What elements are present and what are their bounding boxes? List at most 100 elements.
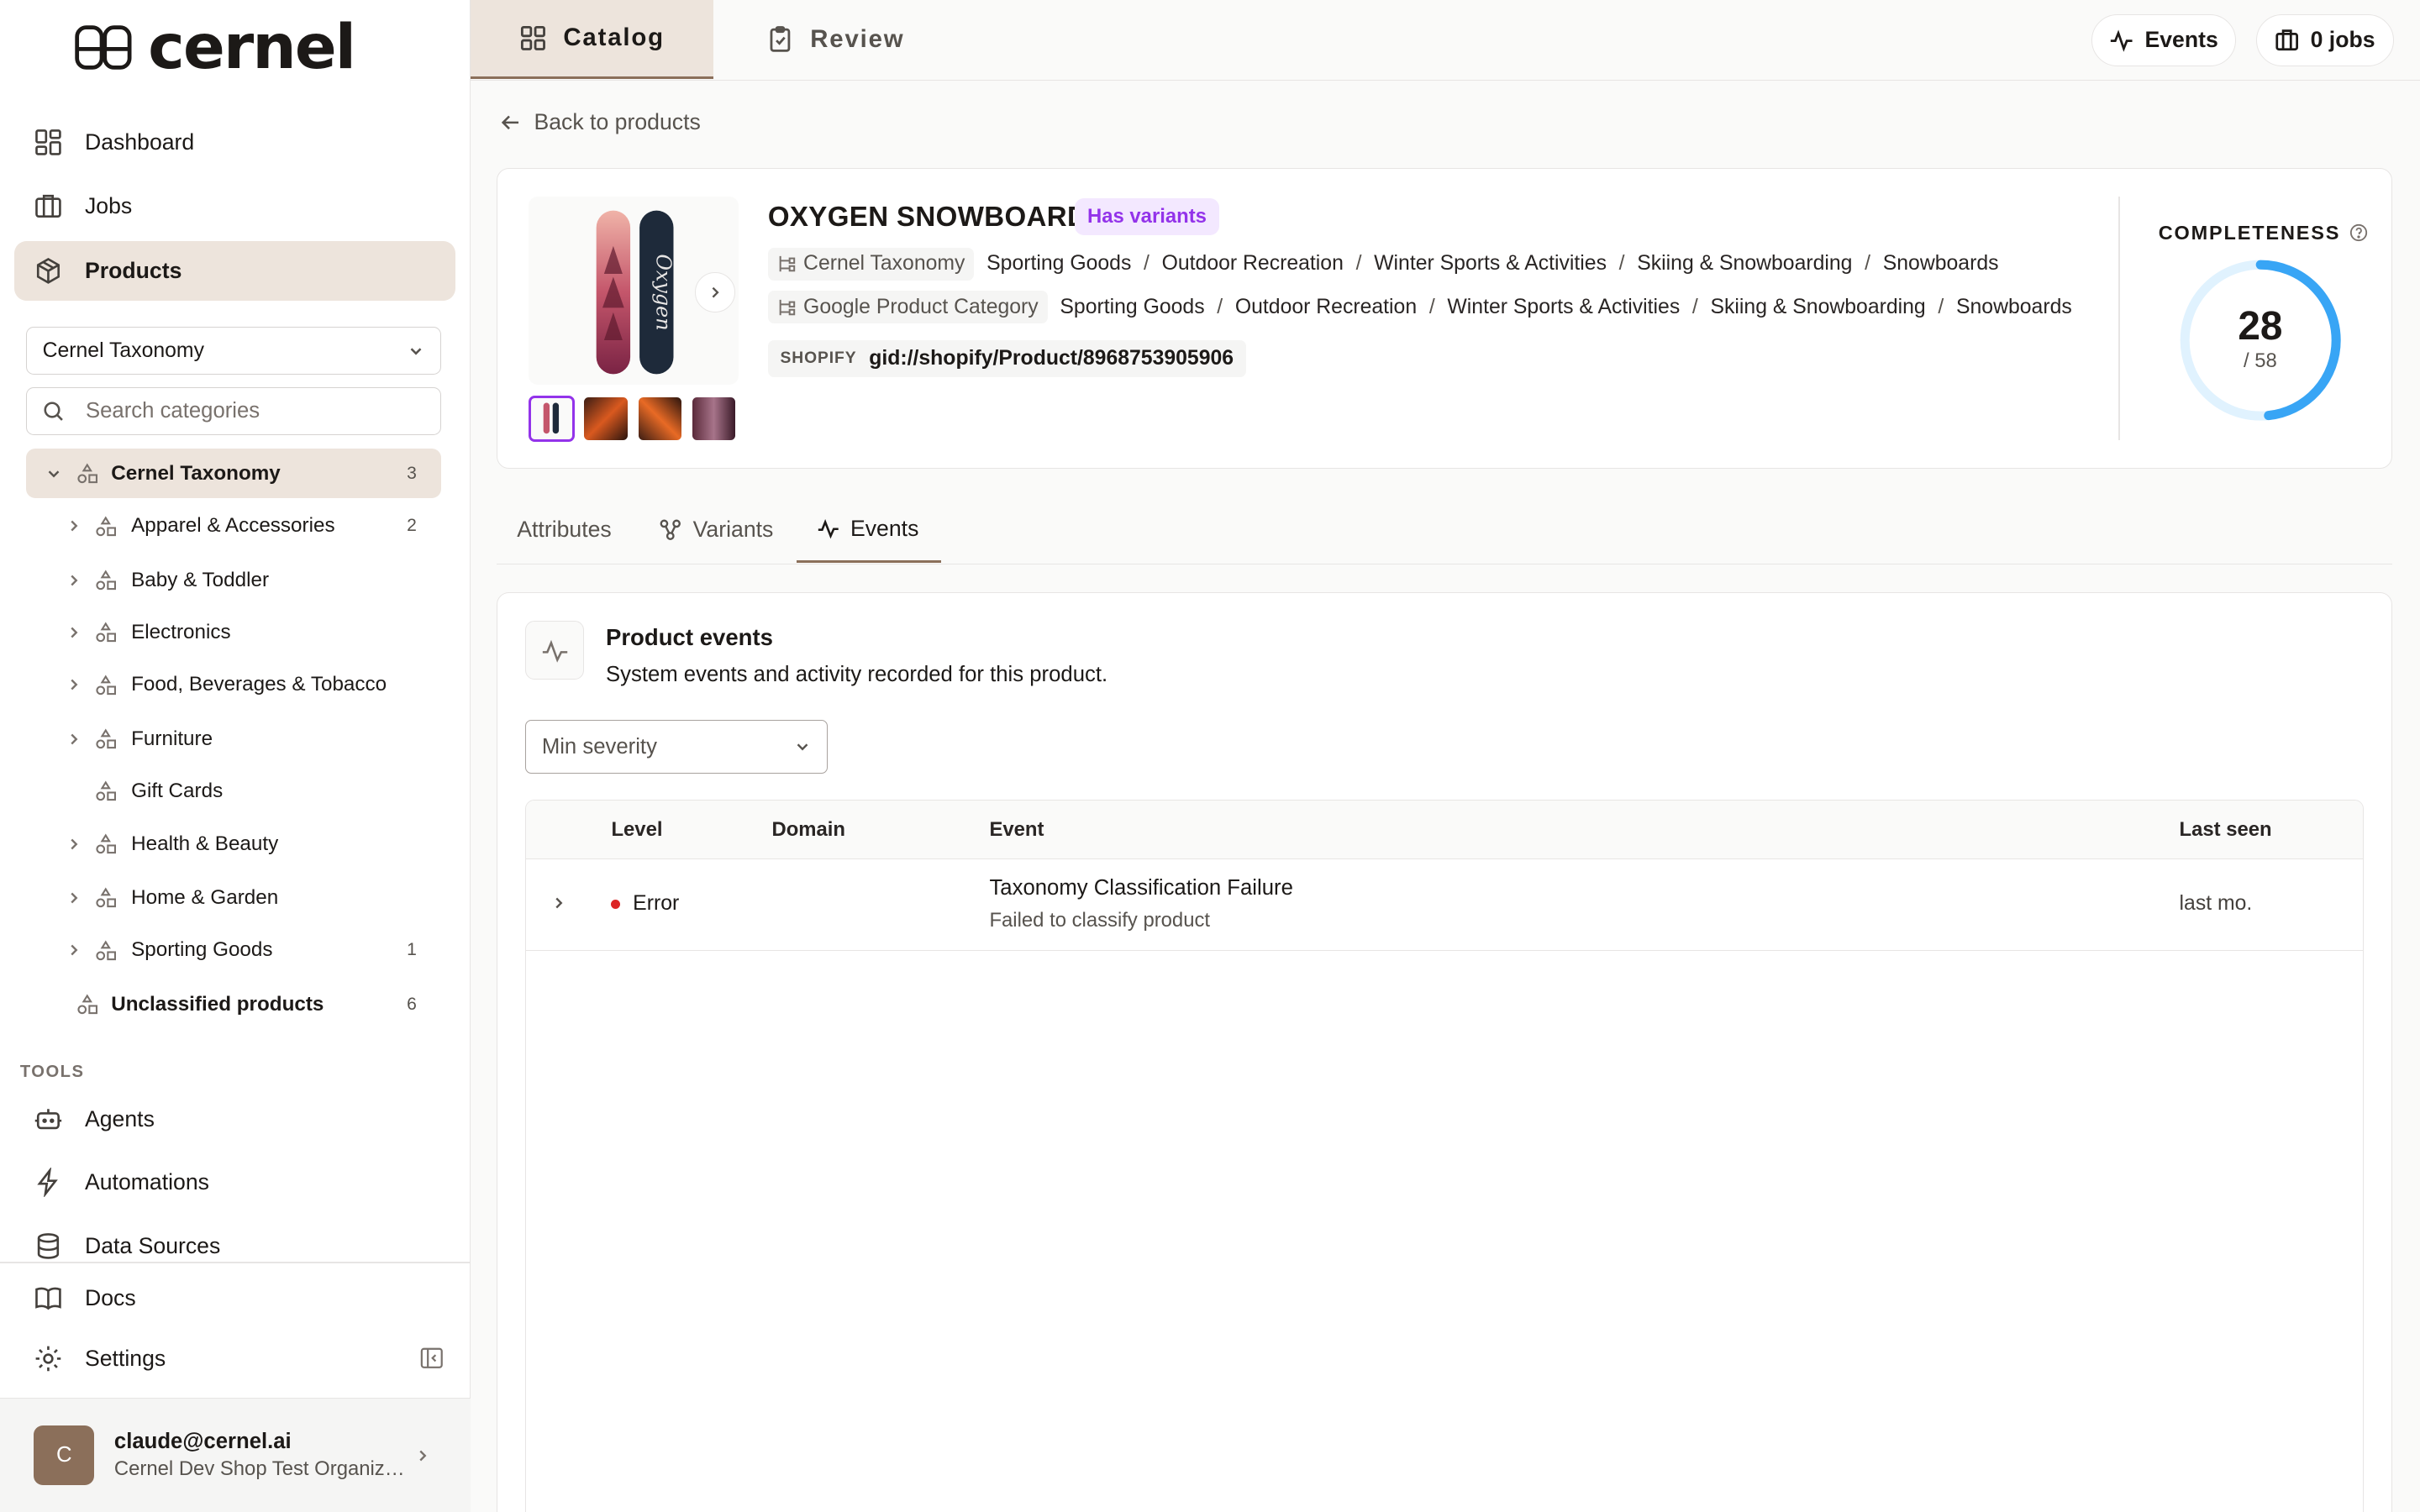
tree-item-unclassified[interactable]: Unclassified products 6 — [26, 979, 441, 1029]
category-icon — [96, 780, 117, 801]
nav-products[interactable]: Products — [13, 240, 455, 302]
activity-icon — [2111, 29, 2133, 52]
tree-item-furniture[interactable]: Furniture — [26, 714, 441, 764]
tab-catalog[interactable]: Catalog — [471, 0, 713, 79]
shopify-tag: SHOPIFY — [780, 349, 857, 368]
chevron-right-icon[interactable] — [65, 730, 83, 748]
tab-review[interactable]: Review — [765, 0, 905, 79]
snowboard-thumb — [543, 402, 560, 434]
category-icon — [96, 675, 117, 695]
chevron-right-icon[interactable] — [65, 941, 83, 959]
events-button[interactable]: Events — [2091, 13, 2237, 66]
product-events-card: Product events System events and activit… — [497, 592, 2392, 1512]
back-to-products-link[interactable]: Back to products — [500, 109, 701, 135]
path-separator: / — [1355, 252, 1362, 276]
tree-item-label: Home & Garden — [131, 885, 279, 909]
chevron-right-icon[interactable] — [65, 517, 83, 535]
category-search[interactable] — [26, 387, 442, 435]
nav-jobs[interactable]: Jobs — [14, 176, 455, 236]
top-bar: Catalog Review Events 0 jobs — [471, 0, 2420, 81]
collapse-sidebar-icon[interactable] — [420, 1347, 444, 1370]
next-image-button[interactable] — [695, 272, 736, 312]
nav-docs[interactable]: Docs — [14, 1268, 455, 1329]
jobs-button[interactable]: 0 jobs — [2256, 13, 2394, 66]
taxonomy-select[interactable]: Cernel Taxonomy — [26, 327, 442, 375]
product-tabs: Attributes Variants Events — [497, 496, 2392, 565]
tree-item-label: Cernel Taxonomy — [111, 461, 281, 485]
tab-attributes[interactable]: Attributes — [517, 496, 611, 563]
table-row[interactable]: Error Taxonomy Classification Failure Fa… — [526, 859, 2363, 951]
completeness-value: 28 — [2238, 303, 2283, 349]
tree-item-count: 2 — [407, 516, 417, 536]
back-label: Back to products — [534, 109, 701, 135]
tab-attributes-label: Attributes — [517, 517, 612, 543]
chevron-down-icon[interactable] — [45, 465, 63, 483]
chevron-right-icon[interactable] — [65, 835, 83, 853]
nav-dashboard-label: Dashboard — [84, 129, 195, 155]
nav-jobs-label: Jobs — [84, 192, 133, 218]
nav-agents[interactable]: Agents — [14, 1089, 455, 1150]
path-segment: Skiing & Snowboarding — [1710, 295, 1926, 318]
completeness-label-text: COMPLETENESS — [2158, 221, 2341, 244]
tab-catalog-label: Catalog — [563, 24, 665, 52]
chevron-right-icon[interactable] — [65, 571, 83, 590]
tree-item-baby-toddler[interactable]: Baby & Toddler — [26, 555, 441, 605]
chevron-right-icon[interactable] — [65, 889, 83, 907]
tree-item-home-garden[interactable]: Home & Garden — [26, 874, 441, 923]
product-title: OXYGEN SNOWBOARD — [767, 201, 1088, 233]
tree-item-electronics[interactable]: Electronics — [26, 608, 441, 658]
nav-settings[interactable]: Settings — [14, 1328, 455, 1389]
app-logo[interactable]: cernel — [74, 11, 356, 83]
chevron-right-icon[interactable] — [550, 894, 568, 912]
path-separator: / — [1217, 295, 1223, 318]
tree-item-sporting-goods[interactable]: Sporting Goods 1 — [26, 926, 441, 975]
briefcase-icon — [35, 194, 62, 218]
chevron-right-icon[interactable] — [65, 623, 83, 642]
category-search-input[interactable] — [85, 398, 395, 423]
column-event[interactable]: Event — [989, 818, 1044, 842]
image-thumbnail[interactable] — [692, 397, 736, 441]
tree-item-apparel[interactable]: Apparel & Accessories 2 — [26, 501, 441, 551]
tree-item-food-beverages[interactable]: Food, Beverages & Tobacco — [26, 660, 441, 710]
chevron-right-icon[interactable] — [65, 675, 83, 694]
tree-item-cernel-taxonomy[interactable]: Cernel Taxonomy 3 — [26, 449, 442, 499]
image-thumbnail[interactable] — [584, 397, 628, 441]
category-icon — [77, 994, 97, 1015]
arrow-left-icon — [501, 115, 519, 130]
image-thumbnail[interactable] — [638, 397, 681, 441]
error-dot-icon — [611, 899, 621, 909]
category-icon — [96, 728, 117, 749]
help-icon[interactable] — [2349, 223, 2368, 242]
completeness-label: COMPLETENESS — [2159, 222, 2369, 244]
sidebar-divider — [0, 1262, 471, 1264]
user-org: Cernel Dev Shop Test Organization — [113, 1457, 408, 1480]
variants-icon — [660, 519, 681, 541]
tab-events[interactable]: Events — [796, 496, 942, 564]
cernel-taxonomy-tag: Cernel Taxonomy — [767, 247, 975, 281]
nav-docs-label: Docs — [84, 1285, 136, 1311]
severity-select[interactable]: Min severity — [525, 719, 829, 774]
column-last-seen[interactable]: Last seen — [2180, 818, 2272, 842]
gear-icon — [36, 1346, 61, 1372]
nav-dashboard[interactable]: Dashboard — [14, 113, 455, 173]
snowboard-image[interactable]: Oxygen — [593, 207, 676, 377]
app-name: cernel — [148, 11, 356, 83]
path-separator: / — [1938, 295, 1944, 318]
header-divider — [2118, 197, 2120, 441]
tree-item-health-beauty[interactable]: Health & Beauty — [26, 819, 441, 869]
path-segment: Outdoor Recreation — [1161, 252, 1344, 276]
nav-data-sources[interactable]: Data Sources — [14, 1215, 455, 1276]
shopify-id-chip[interactable]: SHOPIFY gid://shopify/Product/8968753905… — [767, 340, 1246, 378]
column-level[interactable]: Level — [611, 818, 662, 842]
nav-automations[interactable]: Automations — [14, 1152, 455, 1213]
book-icon — [35, 1287, 62, 1310]
package-icon — [37, 257, 60, 284]
chevron-right-icon — [712, 286, 719, 298]
user-menu[interactable]: C claude@cernel.ai Cernel Dev Shop Test … — [0, 1398, 471, 1512]
image-thumbnail[interactable] — [529, 396, 576, 443]
activity-icon — [542, 639, 568, 663]
tree-item-gift-cards[interactable]: Gift Cards — [26, 767, 441, 816]
google-category-tag-label: Google Product Category — [803, 295, 1039, 318]
column-domain[interactable]: Domain — [771, 818, 845, 842]
tab-variants[interactable]: Variants — [659, 496, 773, 563]
